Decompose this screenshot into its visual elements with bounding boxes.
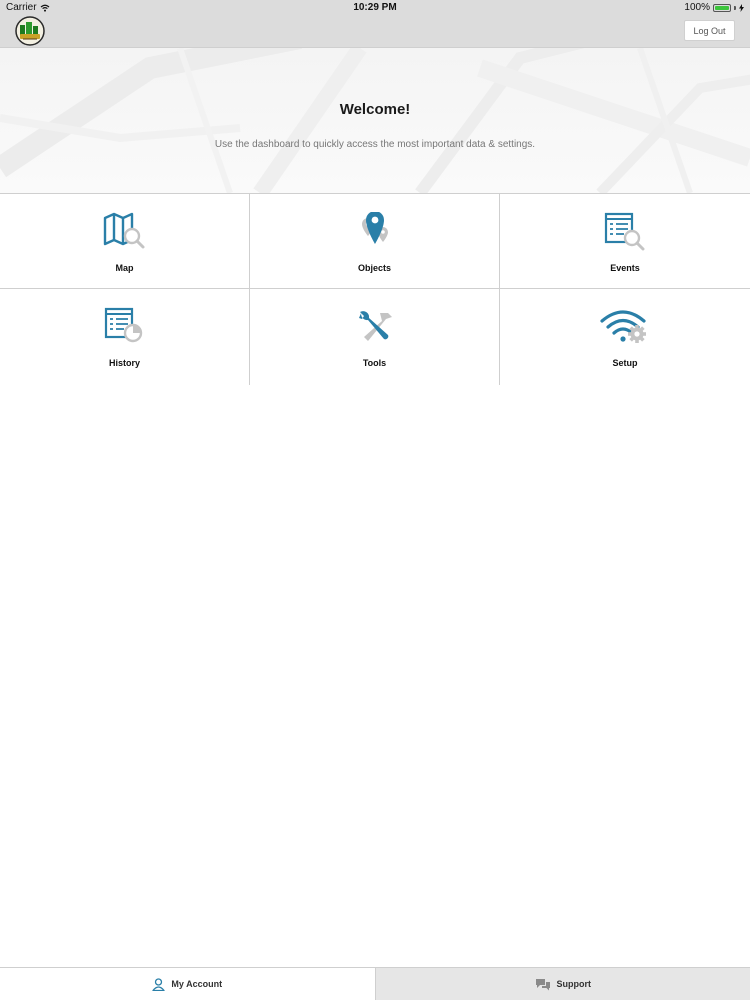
tile-label: Tools	[362, 358, 387, 368]
logout-button[interactable]: Log Out	[684, 20, 735, 41]
dashboard-tile-history[interactable]: History	[0, 289, 250, 385]
wifi-gear-icon	[600, 310, 646, 343]
tile-label: Events	[610, 263, 640, 273]
document-clock-icon	[104, 307, 143, 343]
dashboard-tile-objects[interactable]: Objects	[250, 194, 500, 289]
dashboard-tile-events[interactable]: Events	[500, 194, 750, 289]
map-background-image	[0, 48, 750, 193]
dashboard-tile-setup[interactable]: Setup	[500, 289, 750, 385]
battery-tip	[734, 5, 736, 10]
battery-indicator: 100%	[684, 2, 744, 13]
app-logo-icon[interactable]	[14, 16, 46, 46]
wrench-hammer-icon	[359, 311, 392, 341]
tile-label: Objects	[357, 263, 391, 273]
tab-label: My Account	[171, 979, 223, 989]
user-icon	[152, 977, 166, 991]
tile-label: History	[108, 358, 140, 368]
status-bar: Carrier 10:29 PM 100%	[0, 0, 750, 15]
bottom-tab-bar: My Account Support	[0, 967, 750, 1000]
tab-support[interactable]: Support	[375, 968, 750, 1000]
tab-my-account[interactable]: My Account	[0, 968, 376, 1000]
location-pins-icon	[362, 212, 388, 244]
welcome-banner: Welcome! Use the dashboard to quickly ac…	[0, 48, 750, 193]
nav-bar: Log Out	[0, 15, 750, 48]
charging-bolt-icon	[739, 3, 744, 12]
battery-fill	[715, 5, 729, 10]
welcome-title: Welcome!	[339, 101, 411, 118]
battery-percent: 100%	[684, 2, 710, 13]
battery-icon	[713, 3, 731, 12]
map-search-icon	[103, 212, 145, 249]
tile-label: Setup	[612, 358, 638, 368]
clock: 10:29 PM	[353, 2, 397, 13]
document-search-icon	[604, 212, 645, 251]
dashboard-tile-tools[interactable]: Tools	[250, 289, 500, 385]
dashboard-tile-map[interactable]: Map	[0, 194, 250, 289]
welcome-subtitle: Use the dashboard to quickly access the …	[214, 139, 536, 150]
tile-label: Map	[115, 263, 134, 273]
dashboard-grid: Map Objects Events History Tools Setup	[0, 193, 750, 385]
chat-bubbles-icon	[535, 978, 550, 990]
tab-label: Support	[556, 979, 592, 989]
